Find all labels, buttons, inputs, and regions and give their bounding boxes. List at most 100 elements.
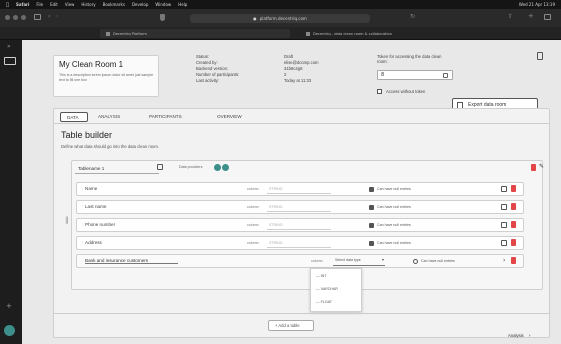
- created-by-label: Created by:: [196, 60, 218, 65]
- tab-participants[interactable]: PARTICIPANTS: [149, 114, 182, 119]
- menu-history[interactable]: History: [81, 2, 95, 7]
- option-label: VARCHAR: [320, 287, 338, 291]
- next-analysis-label: Analysis: [508, 333, 524, 338]
- tab-decentriq-dcr[interactable]: Decentriq - data clean room & collaborat…: [300, 29, 520, 38]
- edit-column-icon[interactable]: [501, 186, 507, 192]
- menu-help[interactable]: Help: [178, 2, 187, 7]
- drag-handle-icon[interactable]: ‖: [65, 216, 69, 224]
- collapse-icon[interactable]: »: [7, 43, 11, 50]
- delete-column-icon[interactable]: [511, 221, 516, 228]
- edit-column-icon[interactable]: [501, 204, 507, 210]
- window-minimize-button[interactable]: [13, 15, 18, 20]
- app-sidebar: » +: [0, 40, 20, 344]
- sidebar-toggle-icon[interactable]: [34, 14, 41, 20]
- drag-handle-icon[interactable]: ⋮: [80, 204, 84, 209]
- table-name-input[interactable]: Tablename 1: [75, 164, 159, 174]
- confirm-column-icon[interactable]: ›: [503, 257, 505, 264]
- nullable-checkbox[interactable]: [369, 241, 374, 246]
- token-input[interactable]: 8: [377, 70, 453, 80]
- nullable-checkbox[interactable]: [369, 223, 374, 228]
- tab-data[interactable]: DATA: [60, 112, 88, 122]
- address-bar[interactable]: ● platform.decentriq.com: [190, 14, 370, 23]
- room-title[interactable]: My Clean Room 1: [59, 60, 123, 69]
- room-description[interactable]: This is a description lorem ipsum dolor …: [59, 73, 155, 82]
- window-close-button[interactable]: [5, 15, 10, 20]
- data-rooms-icon[interactable]: [4, 57, 16, 65]
- column-type-label: column: [247, 187, 259, 191]
- user-avatar[interactable]: [4, 325, 15, 336]
- column-row: ⋮ Last name column STRING Can have null …: [76, 200, 524, 214]
- data-type-option-float[interactable]: — FLOAT: [316, 300, 332, 304]
- delete-column-icon[interactable]: [511, 185, 516, 192]
- nullable-label: Can have null entries: [377, 223, 411, 227]
- delete-table-icon[interactable]: [531, 164, 536, 171]
- delete-column-icon[interactable]: [511, 239, 516, 246]
- delete-room-icon[interactable]: [537, 52, 543, 60]
- shield-icon[interactable]: [160, 14, 165, 21]
- column-row: ⋮ Name column STRING Can have null entri…: [76, 182, 524, 196]
- drag-handle-icon[interactable]: ⋮: [80, 240, 84, 245]
- next-analysis-button[interactable]: Analysis ›: [508, 322, 531, 341]
- edit-table-icon[interactable]: ✎: [539, 163, 544, 170]
- drag-handle-icon[interactable]: ⋮: [80, 186, 84, 191]
- edit-column-icon[interactable]: [501, 222, 507, 228]
- new-tab-icon[interactable]: +: [528, 12, 534, 20]
- address-bar-url: platform.decentriq.com: [259, 16, 307, 21]
- data-provider-avatar[interactable]: [214, 164, 221, 171]
- menu-bookmarks[interactable]: Bookmarks: [103, 2, 125, 7]
- nullable-label: Can have null entries: [377, 205, 411, 209]
- new-column-row: Bank and insurance customers column Sele…: [76, 254, 524, 268]
- column-name[interactable]: Address: [85, 240, 102, 245]
- nullable-checkbox[interactable]: [413, 259, 418, 264]
- table-builder-title: Table builder: [61, 130, 113, 140]
- nullable-checkbox[interactable]: [369, 205, 374, 210]
- table-builder-subtitle: Define what data should go into the data…: [61, 144, 160, 149]
- reload-icon[interactable]: ↻: [410, 13, 415, 20]
- drag-handle-icon[interactable]: ⋮: [80, 222, 84, 227]
- back-icon[interactable]: ‹: [48, 13, 50, 20]
- tab-analysis[interactable]: ANALYSIS: [98, 114, 120, 119]
- column-name[interactable]: Phone number: [85, 222, 115, 227]
- menu-edit[interactable]: Edit: [50, 2, 58, 7]
- menu-safari[interactable]: Safari: [16, 2, 29, 7]
- copy-icon[interactable]: [443, 73, 448, 78]
- add-table-label: + Add a table: [275, 323, 300, 328]
- column-name[interactable]: Last name: [85, 204, 106, 209]
- share-icon[interactable]: ⇧: [508, 13, 513, 20]
- data-type-option-varchar[interactable]: — VARCHAR: [316, 287, 338, 291]
- tab-overview[interactable]: OVERVIEW: [217, 114, 242, 119]
- column-type-value[interactable]: STRING: [269, 223, 283, 227]
- add-table-button[interactable]: + Add a table: [268, 320, 314, 331]
- add-icon[interactable]: +: [6, 302, 12, 310]
- new-column-name[interactable]: Bank and insurance customers: [85, 258, 179, 264]
- data-provider-avatar[interactable]: [222, 164, 229, 171]
- menu-file[interactable]: File: [36, 2, 43, 7]
- tab-overview-icon[interactable]: [544, 14, 551, 20]
- column-type-value[interactable]: STRING: [269, 205, 283, 209]
- lock-icon: ●: [253, 16, 257, 21]
- access-without-token-checkbox[interactable]: [377, 89, 382, 94]
- edit-table-name-icon[interactable]: [157, 164, 163, 170]
- edit-column-icon[interactable]: [501, 240, 507, 246]
- macos-menubar:  Safari File Edit View History Bookmark…: [0, 0, 561, 9]
- backend-version-label: Backend version:: [196, 66, 229, 71]
- column-type-value[interactable]: STRING: [269, 187, 283, 191]
- tab-decentriq-platform[interactable]: Decentriq Platform: [100, 29, 290, 38]
- column-name[interactable]: Name: [85, 186, 97, 191]
- forward-icon[interactable]: ›: [56, 13, 58, 20]
- apple-icon[interactable]: : [6, 2, 9, 8]
- nullable-checkbox[interactable]: [369, 187, 374, 192]
- backend-version-value: 31b8c4g6: [284, 66, 303, 71]
- column-type-label: column: [247, 223, 259, 227]
- window-zoom-button[interactable]: [21, 15, 26, 20]
- menu-develop[interactable]: Develop: [132, 2, 148, 7]
- created-by-value: elise@dcomp.com: [284, 60, 319, 65]
- menu-view[interactable]: View: [65, 2, 75, 7]
- data-type-select[interactable]: Select data type ▾: [333, 257, 385, 266]
- data-type-option-int[interactable]: — INT: [316, 274, 326, 278]
- delete-column-icon[interactable]: [511, 203, 516, 210]
- column-type-value[interactable]: STRING: [269, 241, 283, 245]
- menu-window[interactable]: Window: [155, 2, 171, 7]
- token-label: Token for accessing the data clean room:: [377, 54, 442, 64]
- delete-column-icon[interactable]: [511, 257, 516, 264]
